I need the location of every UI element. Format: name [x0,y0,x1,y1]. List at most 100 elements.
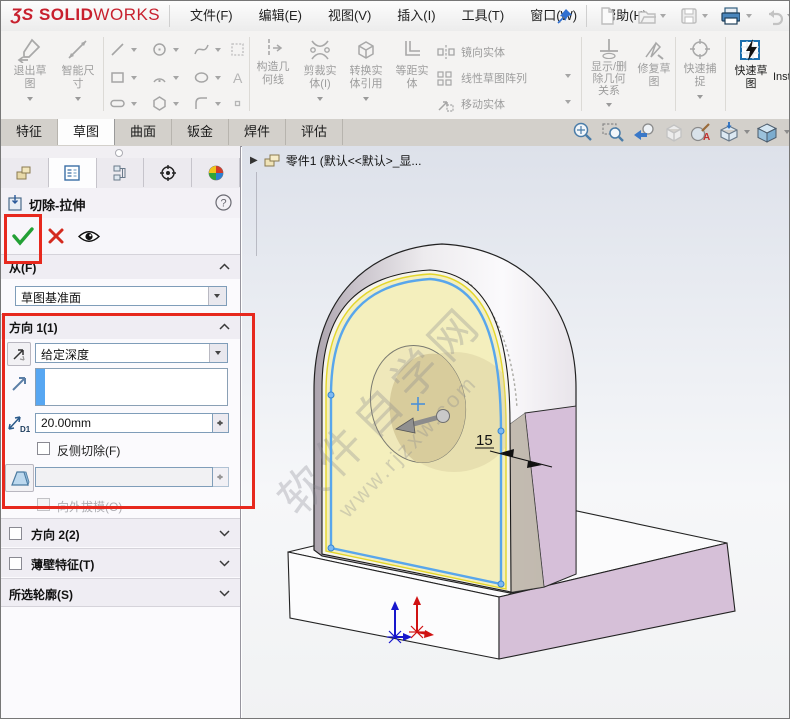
selected-contours-section-header[interactable]: 所选轮廓(S) [1,578,240,607]
arc-tool-icon[interactable] [151,69,171,89]
display-style-icon[interactable] [755,121,779,144]
thin-feature-section-header[interactable]: 薄壁特征(T) [1,548,240,577]
spline-tool-icon[interactable] [193,41,213,61]
move-entities-caret[interactable] [565,100,571,107]
construction-geometry-button[interactable]: 构造几 何线 [251,33,295,87]
line-tool-icon[interactable] [109,41,129,61]
print-caret[interactable] [746,14,752,21]
draft-button[interactable] [5,464,34,492]
polygon-tool-icon[interactable] [151,95,171,115]
ok-button[interactable] [11,225,35,247]
sketch-pattern-icon[interactable] [229,41,249,61]
display-style-caret[interactable] [784,130,789,137]
trim-entities-caret[interactable] [317,97,323,104]
help-button[interactable]: ? [215,194,232,211]
move-entities-button[interactable]: 移动实体 [437,93,505,115]
save-icon[interactable] [679,6,699,26]
convert-entities-button[interactable]: 转换实 体引用 [343,33,389,109]
view-orientation-caret[interactable] [744,130,750,137]
smart-dimension-button[interactable]: 智能尺寸 [55,33,101,109]
ellipse-tool-icon[interactable] [193,69,213,89]
ellipse-tool-caret[interactable] [215,76,221,83]
point-tool-icon[interactable] [229,95,249,115]
line-tool-caret[interactable] [131,48,137,55]
convert-entities-caret[interactable] [363,97,369,104]
previous-view-icon[interactable] [632,121,656,144]
text-tool-icon[interactable]: A [229,69,249,89]
flip-side-checkbox[interactable] [37,442,50,455]
dropdown-arrow[interactable] [209,344,227,362]
linear-pattern-button[interactable]: 线性草图阵列 [437,67,527,89]
mirror-entities-button[interactable]: 镜向实体 [437,41,505,63]
trim-entities-button[interactable]: 剪裁实 体(I) [297,33,343,109]
repair-sketch-button[interactable]: 修复草图 [633,33,675,89]
quick-snaps-caret[interactable] [697,95,703,102]
tab-surfaces[interactable]: 曲面 [115,119,172,145]
section-view-icon[interactable] [662,121,686,144]
undo-icon[interactable] [763,6,783,26]
open-caret[interactable] [660,14,666,21]
tab-sketch[interactable]: 草图 [58,119,115,145]
instant2d-label-partial[interactable]: Inst [773,71,789,83]
panel-splitter[interactable] [1,146,240,158]
thin-feature-checkbox[interactable] [9,557,22,570]
zoom-to-area-icon[interactable] [601,121,625,144]
display-delete-relations-button[interactable]: 显示/删 除几何 关系 [585,33,633,115]
cancel-button[interactable] [47,227,65,245]
print-icon[interactable] [720,6,740,26]
tab-evaluate[interactable]: 评估 [286,119,343,145]
graphics-viewport[interactable]: ▶ 零件1 (默认<<默认>_显... 软件自学网 www.rjzxw.com … [242,146,789,718]
configurationmanager-tab[interactable] [97,158,145,187]
new-document-icon[interactable] [597,6,617,26]
circle-tool-icon[interactable] [151,41,171,61]
featuremanager-tab[interactable] [1,158,49,187]
dimxpert-tab[interactable] [144,158,193,187]
display-relations-caret[interactable] [606,103,612,110]
direction2-section-header[interactable]: 方向 2(2) [1,518,240,547]
tab-sheet-metal[interactable]: 钣金 [172,119,229,145]
end-condition-dropdown[interactable]: 给定深度 [35,343,228,363]
rectangle-tool-icon[interactable] [109,69,129,89]
tab-features[interactable]: 特征 [1,119,58,145]
fillet-tool-caret[interactable] [215,102,221,109]
view-orientation-icon[interactable] [717,121,741,144]
direction1-section-header[interactable]: 方向 1(1) [1,314,240,339]
propertymanager-tab[interactable] [48,158,97,189]
zoom-to-fit-icon[interactable] [571,121,595,144]
depth-spinner[interactable] [212,413,229,433]
spline-tool-caret[interactable] [215,48,221,55]
from-section-header[interactable]: 从(F) [1,254,240,279]
slot-tool-icon[interactable] [109,95,129,115]
open-icon[interactable] [637,6,657,26]
save-caret[interactable] [702,14,708,21]
arc-tool-caret[interactable] [173,76,179,83]
quick-snaps-button[interactable]: 快速捕捉 [679,33,721,107]
direction-selection-box[interactable] [35,368,228,406]
menu-view[interactable]: 视图(V) [315,1,384,31]
menu-tools[interactable]: 工具(T) [449,1,518,31]
start-condition-dropdown[interactable]: 草图基准面 [15,286,227,306]
linear-pattern-caret[interactable] [565,74,571,81]
appearance-icon[interactable]: A [689,121,713,144]
smart-dimension-caret[interactable] [75,97,81,104]
slot-tool-caret[interactable] [131,102,137,109]
exit-sketch-button[interactable]: 退出草图 [7,33,53,109]
fillet-tool-icon[interactable] [193,95,213,115]
depth-input[interactable] [35,413,213,433]
tab-weldments[interactable]: 焊件 [229,119,286,145]
rapid-sketch-button[interactable]: 快速草图 [729,33,773,91]
rectangle-tool-caret[interactable] [131,76,137,83]
new-caret[interactable] [620,14,626,21]
preview-button[interactable] [77,229,101,244]
offset-entities-button[interactable]: 等距实体 [389,33,435,91]
menu-edit[interactable]: 编辑(E) [246,1,315,31]
pin-icon[interactable] [557,8,577,28]
menu-window[interactable]: 窗口(W) [517,1,590,31]
direction2-checkbox[interactable] [9,527,22,540]
displaymanager-tab[interactable] [192,158,240,187]
menu-file[interactable]: 文件(F) [177,1,246,31]
polygon-tool-caret[interactable] [173,102,179,109]
dropdown-arrow[interactable] [208,287,226,305]
menu-insert[interactable]: 插入(I) [384,1,448,31]
exit-sketch-caret[interactable] [27,97,33,104]
